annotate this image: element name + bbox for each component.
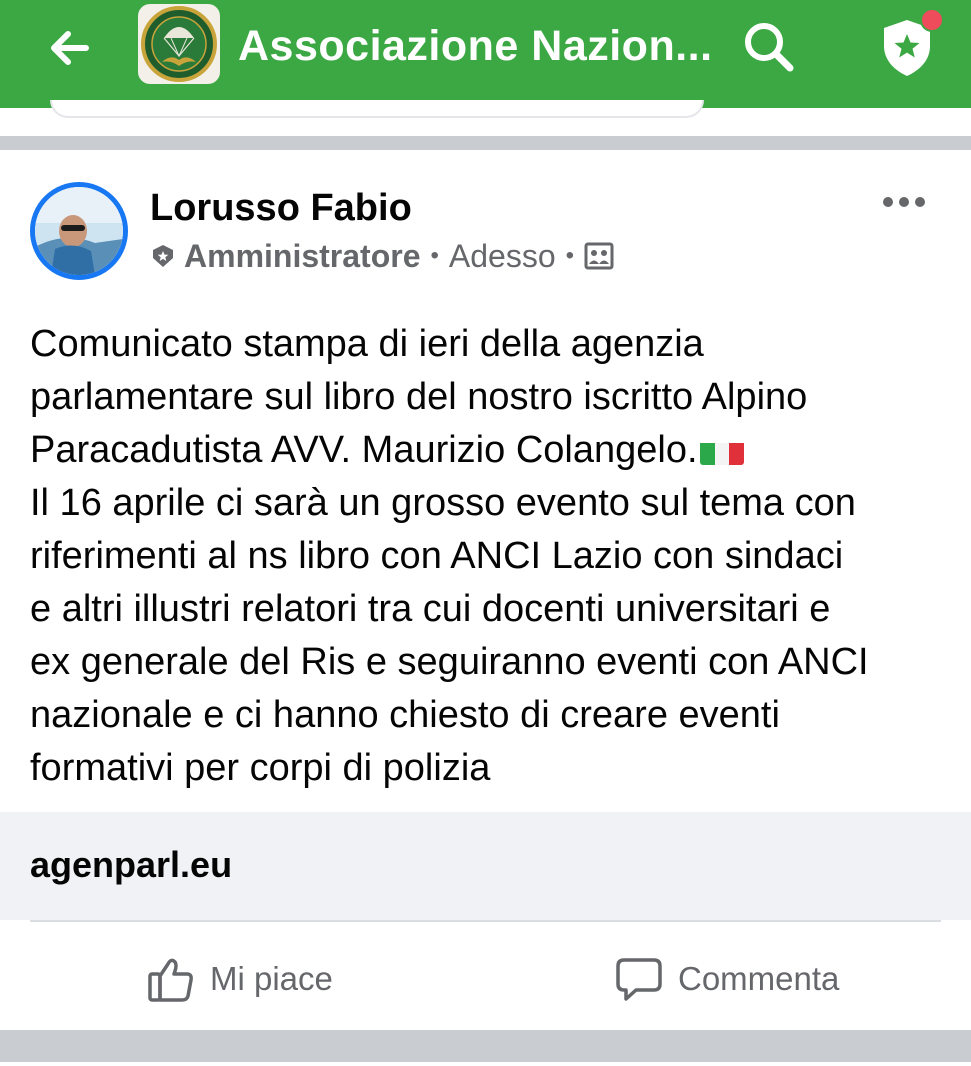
back-button[interactable] bbox=[44, 22, 96, 74]
header-remnant bbox=[50, 100, 704, 118]
search-button[interactable] bbox=[738, 16, 800, 78]
more-dots-icon bbox=[883, 197, 925, 207]
section-divider-bottom bbox=[0, 1030, 971, 1062]
like-label: Mi piace bbox=[210, 960, 333, 997]
search-icon bbox=[745, 23, 794, 72]
like-button[interactable]: Mi piace bbox=[146, 944, 333, 1014]
notification-dot bbox=[920, 8, 944, 32]
italy-flag-icon bbox=[699, 435, 744, 465]
section-divider-top bbox=[0, 136, 971, 150]
comment-bubble-icon bbox=[616, 958, 662, 1001]
comment-button[interactable]: Commenta bbox=[614, 944, 839, 1014]
meta-separator: • bbox=[565, 242, 575, 269]
post-text-line-3: Paracadutista AVV. Maurizio Colangelo. bbox=[30, 429, 698, 471]
link-domain: agenparl.eu bbox=[30, 844, 233, 885]
actions-divider bbox=[30, 920, 941, 922]
comment-label: Commenta bbox=[678, 960, 840, 997]
paratrooper-emblem-icon bbox=[141, 6, 217, 82]
arrow-left-icon bbox=[51, 31, 89, 65]
post-text-rest: Il 16 aprile ci sarà un grosso evento su… bbox=[30, 482, 869, 789]
author-name[interactable]: Lorusso Fabio bbox=[150, 186, 412, 230]
admin-badge-icon bbox=[153, 245, 173, 267]
group-header-bar: Associazione Nazion... bbox=[0, 0, 971, 108]
author-role: Amministratore bbox=[184, 237, 421, 274]
post-meta: Amministratore • Adesso • bbox=[150, 236, 614, 276]
post-text-line-1: Comunicato stampa di ieri della agenzia bbox=[30, 323, 704, 365]
avatar-photo bbox=[35, 187, 123, 275]
post-body: Comunicato stampa di ieri della agenzia … bbox=[30, 318, 950, 795]
thumbs-up-icon bbox=[148, 958, 193, 1002]
post-options-button[interactable] bbox=[880, 188, 928, 216]
meta-separator: • bbox=[430, 242, 439, 269]
group-title[interactable]: Associazione Nazion... bbox=[238, 20, 713, 72]
post-text-line-2: parlamentare sul libro del nostro iscrit… bbox=[30, 376, 808, 418]
link-preview[interactable]: agenparl.eu bbox=[0, 812, 971, 920]
author-avatar[interactable] bbox=[30, 182, 128, 280]
post-time[interactable]: Adesso bbox=[449, 238, 556, 275]
group-logo[interactable] bbox=[138, 4, 220, 84]
group-audience-icon bbox=[584, 242, 614, 270]
